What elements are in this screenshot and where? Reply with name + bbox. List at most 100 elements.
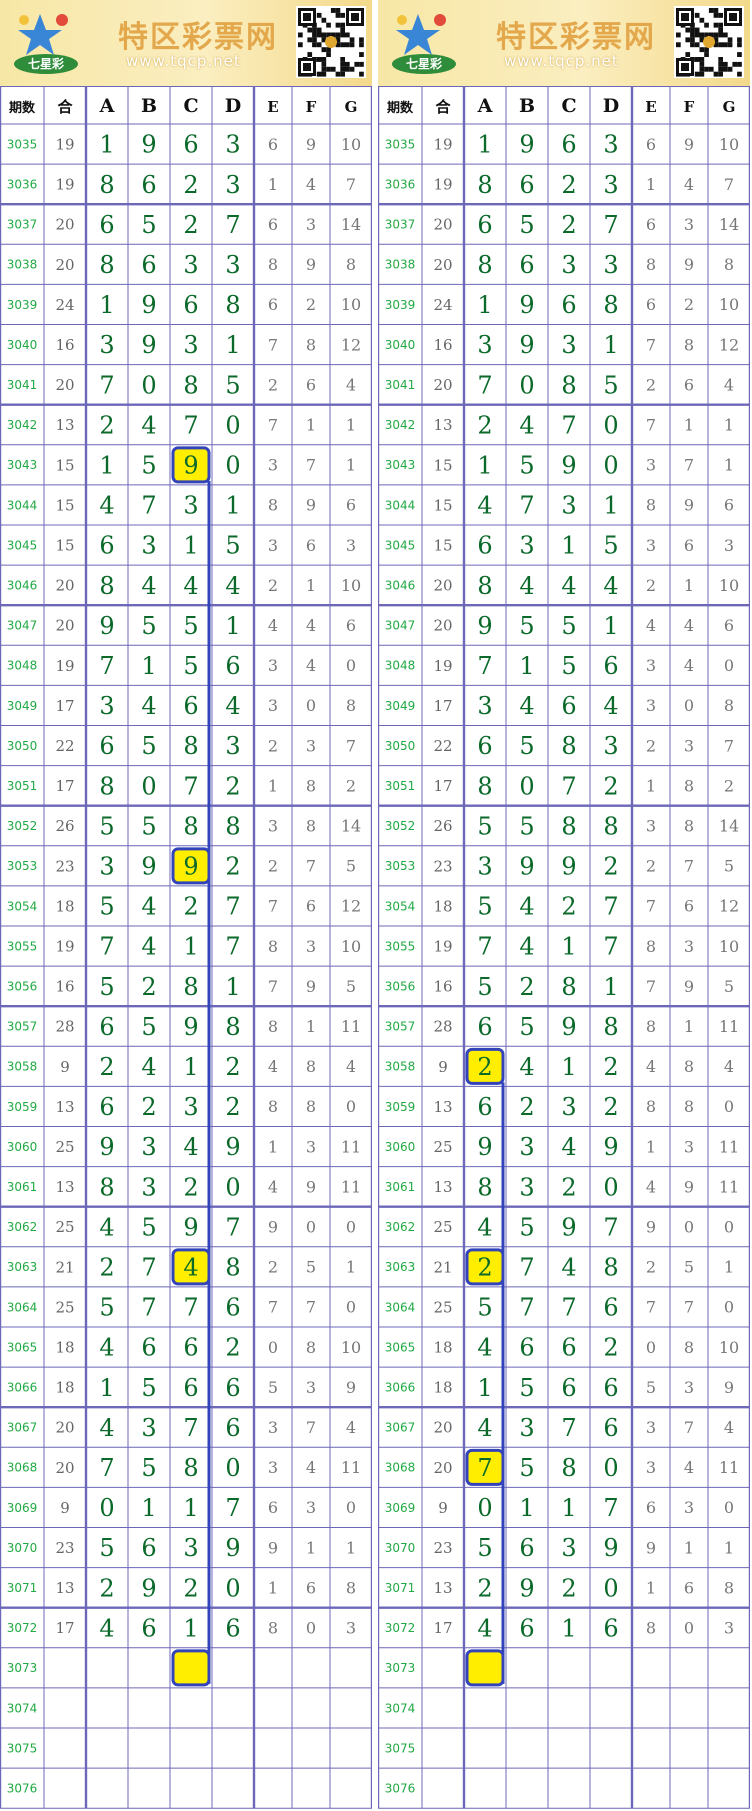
digit-c: 9	[183, 451, 198, 479]
digit-f: 1	[306, 1538, 316, 1557]
digit-a: 1	[99, 1374, 114, 1402]
digit-c: 8	[561, 973, 576, 1001]
digit-a: 8	[477, 1173, 492, 1201]
digit-b: 9	[519, 291, 534, 319]
digit-a: 9	[477, 612, 492, 640]
sum-value: 21	[55, 1258, 74, 1276]
issue-number: 3053	[7, 859, 38, 873]
digit-g: 0	[724, 1298, 734, 1317]
digit-f: 4	[306, 616, 316, 635]
digit-b: 5	[519, 1374, 534, 1402]
digit-c: 2	[183, 1173, 198, 1201]
digit-g: 12	[341, 335, 361, 354]
issue-number: 3036	[7, 177, 38, 191]
issue-number: 3040	[7, 338, 38, 352]
digit-a: 8	[99, 1173, 114, 1201]
issue-number: 3060	[385, 1140, 416, 1154]
digit-b: 4	[141, 1053, 156, 1081]
digit-e: 2	[268, 857, 278, 876]
sum-value: 17	[433, 697, 452, 715]
digit-a: 0	[99, 1494, 114, 1522]
digit-f: 9	[684, 255, 694, 274]
digit-g: 6	[724, 616, 734, 635]
sum-value: 26	[55, 817, 74, 835]
digit-d: 6	[225, 1374, 240, 1402]
digit-g: 1	[724, 416, 734, 435]
digit-b: 5	[519, 211, 534, 239]
digit-d: 7	[603, 933, 618, 961]
sum-value: 19	[433, 937, 452, 955]
issue-number: 3074	[7, 1701, 38, 1715]
digit-f: 8	[684, 817, 694, 836]
digit-d: 6	[225, 1294, 240, 1322]
digit-a: 7	[99, 1454, 114, 1482]
qr-code-icon	[296, 6, 366, 78]
digit-g: 10	[719, 1338, 739, 1357]
digit-g: 3	[346, 1619, 356, 1638]
site-url[interactable]: www.tqcp.net	[504, 52, 619, 70]
digit-b: 2	[141, 1093, 156, 1121]
digit-d: 7	[225, 933, 240, 961]
digit-e: 4	[268, 1177, 278, 1196]
digit-c: 6	[183, 131, 198, 159]
digit-e: 8	[646, 937, 656, 956]
digit-c: 1	[183, 532, 198, 560]
digit-c: 7	[561, 772, 576, 800]
digit-e: 5	[646, 1378, 656, 1397]
digit-g: 4	[346, 1057, 356, 1076]
issue-number: 3068	[385, 1461, 416, 1475]
digit-b: 2	[141, 973, 156, 1001]
issue-number: 3066	[7, 1380, 38, 1394]
digit-d: 3	[225, 732, 240, 760]
sum-value: 15	[433, 456, 452, 474]
digit-e: 2	[268, 375, 278, 394]
digit-d: 3	[225, 171, 240, 199]
digit-g: 0	[346, 1097, 356, 1116]
digit-c: 2	[183, 1574, 198, 1602]
issue-number: 3067	[385, 1421, 416, 1435]
digit-b: 9	[141, 852, 156, 880]
digit-f: 9	[306, 1177, 316, 1196]
digit-f: 8	[306, 776, 316, 795]
site-url[interactable]: www.tqcp.net	[126, 52, 241, 70]
column-header: B	[141, 95, 157, 117]
digit-f: 0	[684, 1218, 694, 1237]
digit-e: 1	[268, 1137, 278, 1156]
sum-value: 20	[55, 617, 74, 635]
column-header: C	[561, 95, 576, 117]
digit-g: 6	[724, 496, 734, 515]
digit-a: 9	[477, 1133, 492, 1161]
digit-b: 0	[519, 772, 534, 800]
digit-g: 8	[346, 696, 356, 715]
digit-e: 3	[268, 817, 278, 836]
digit-a: 5	[477, 893, 492, 921]
digit-d: 2	[225, 772, 240, 800]
digit-e: 8	[646, 496, 656, 515]
digit-g: 2	[724, 776, 734, 795]
sum-value: 17	[55, 697, 74, 715]
issue-number: 3058	[385, 1060, 416, 1074]
digit-d: 8	[225, 1253, 240, 1281]
digit-c: 3	[561, 1093, 576, 1121]
issue-number: 3037	[385, 218, 416, 232]
sum-value: 15	[433, 496, 452, 514]
digit-d: 8	[603, 1013, 618, 1041]
digit-b: 6	[519, 1614, 534, 1642]
digit-e: 1	[646, 175, 656, 194]
digit-a: 3	[99, 692, 114, 720]
digit-c: 2	[561, 171, 576, 199]
digit-e: 4	[646, 616, 656, 635]
digit-c: 1	[561, 1494, 576, 1522]
highlight-box	[465, 1649, 505, 1687]
sum-value: 25	[433, 1138, 452, 1156]
digit-b: 2	[519, 973, 534, 1001]
digit-c: 3	[183, 1093, 198, 1121]
digit-d: 8	[603, 1253, 618, 1281]
digit-c: 5	[183, 652, 198, 680]
digit-f: 9	[684, 977, 694, 996]
digit-d: 5	[603, 371, 618, 399]
digit-g: 6	[346, 616, 356, 635]
sum-value: 25	[55, 1138, 74, 1156]
issue-number: 3054	[7, 899, 38, 913]
sum-value: 9	[60, 1499, 70, 1517]
